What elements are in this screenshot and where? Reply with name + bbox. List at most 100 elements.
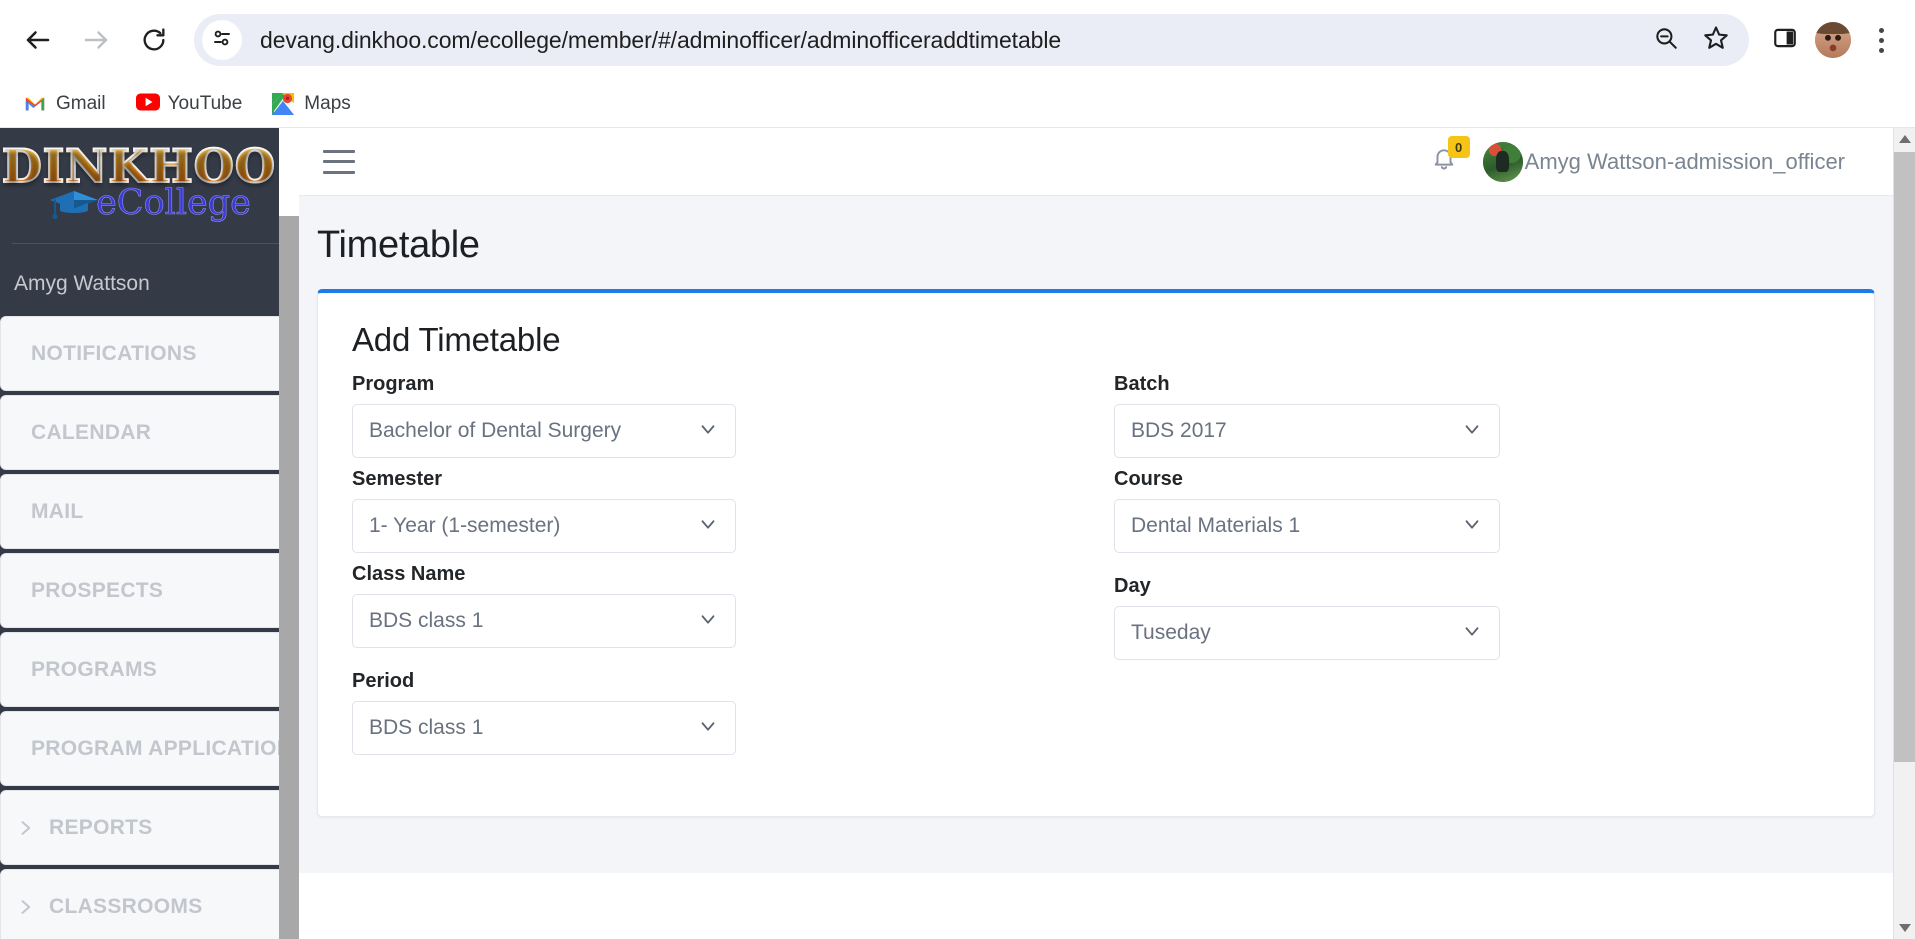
user-name-label: Amyg Wattson-admission_officer xyxy=(1524,148,1845,174)
chevron-down-icon xyxy=(1461,620,1483,647)
site-info-button[interactable] xyxy=(202,20,242,60)
select-value: Tuseday xyxy=(1131,621,1211,644)
page-viewport: DINKHOO! eCollege Amyg Wattson NOTIFICAT… xyxy=(0,128,1915,939)
star-icon xyxy=(1702,24,1730,57)
field-batch: Batch BDS 2017 xyxy=(1114,373,1840,458)
sidebar-item-program-applications[interactable]: PROGRAM APPLICATIONS xyxy=(0,711,299,790)
notifications-button[interactable]: 0 xyxy=(1431,136,1470,177)
toolbar-right-actions xyxy=(1761,16,1915,64)
scrollbar-up-arrow[interactable] xyxy=(1894,128,1915,150)
field-label: Course xyxy=(1114,468,1183,490)
field-label: Semester xyxy=(352,468,443,490)
sidebar-item-mail[interactable]: MAIL xyxy=(0,474,295,553)
field-course: Course Dental Materials 1 xyxy=(1114,468,1840,553)
sidebar-item-label: PROGRAMS xyxy=(31,657,158,681)
add-timetable-card: Add Timetable Program Bachelor of Dental… xyxy=(317,289,1875,817)
url-text[interactable]: devang.dinkhoo.com/ecollege/member/#/adm… xyxy=(260,27,1639,54)
side-panel-button[interactable] xyxy=(1761,16,1809,64)
batch-select[interactable]: BDS 2017 xyxy=(1114,404,1500,458)
field-label: Day xyxy=(1114,575,1151,597)
omnibox-actions xyxy=(1639,17,1749,63)
semester-select[interactable]: 1- Year (1-semester) xyxy=(352,499,736,553)
gmail-icon xyxy=(24,93,46,115)
sidebar-item-label: REPORTS xyxy=(49,815,153,839)
address-bar[interactable]: devang.dinkhoo.com/ecollege/member/#/adm… xyxy=(194,14,1749,66)
field-class-name: Class Name BDS class 1 xyxy=(352,563,1114,648)
side-panel-icon xyxy=(1772,25,1798,56)
bookmark-maps[interactable]: Maps xyxy=(262,86,360,122)
forward-button[interactable] xyxy=(70,14,122,66)
chevron-down-icon xyxy=(697,418,719,445)
hamburger-menu-icon[interactable] xyxy=(323,149,355,174)
chevron-down-icon xyxy=(697,715,719,742)
main-content: 0 Amyg Wattson-admission_officer Timetab… xyxy=(299,128,1893,939)
card-title: Add Timetable xyxy=(352,321,561,358)
select-value: BDS class 1 xyxy=(369,716,484,739)
reload-button[interactable] xyxy=(128,14,180,66)
sidebar-scrollbar-thumb[interactable] xyxy=(279,216,299,939)
bookmark-youtube[interactable]: YouTube xyxy=(126,86,253,122)
bookmark-maps-label: Maps xyxy=(304,92,351,114)
avatar xyxy=(1482,141,1523,182)
class-name-select[interactable]: BDS class 1 xyxy=(352,594,736,648)
course-select[interactable]: Dental Materials 1 xyxy=(1114,499,1500,553)
sidebar-item-notifications[interactable]: NOTIFICATIONS xyxy=(0,316,295,395)
period-select[interactable]: BDS class 1 xyxy=(352,701,736,755)
timetable-form: Program Bachelor of Dental Surgery Semes… xyxy=(352,373,1840,765)
bookmark-gmail-label: Gmail xyxy=(56,92,106,114)
chevron-down-icon xyxy=(1461,513,1483,540)
sidebar-item-label: CALENDAR xyxy=(31,420,152,444)
field-label: Program xyxy=(352,373,435,395)
field-period: Period BDS class 1 xyxy=(352,670,1114,755)
sidebar: DINKHOO! eCollege Amyg Wattson NOTIFICAT… xyxy=(0,128,299,939)
scrollbar-down-arrow[interactable] xyxy=(1894,917,1915,939)
bookmark-youtube-label: YouTube xyxy=(167,92,243,114)
select-value: BDS 2017 xyxy=(1131,419,1227,442)
form-column-left: Program Bachelor of Dental Surgery Semes… xyxy=(352,373,1114,765)
sidebar-scrollbar[interactable] xyxy=(279,128,299,939)
chrome-menu-button[interactable] xyxy=(1857,16,1905,64)
page-scrollbar-thumb[interactable] xyxy=(1894,152,1915,762)
chevron-down-icon xyxy=(1461,418,1483,445)
sidebar-item-prospects[interactable]: PROSPECTS xyxy=(0,553,295,632)
zoom-out-button[interactable] xyxy=(1643,17,1689,63)
maps-icon xyxy=(272,92,295,115)
content-bottom-gap xyxy=(299,828,1893,873)
field-label: Class Name xyxy=(352,563,466,585)
field-label: Batch xyxy=(1114,373,1170,395)
chevron-right-icon xyxy=(15,818,35,838)
graduation-cap-icon xyxy=(48,187,100,221)
profile-button[interactable] xyxy=(1809,16,1857,64)
notification-badge: 0 xyxy=(1447,136,1470,158)
select-value: BDS class 1 xyxy=(369,609,484,632)
user-menu[interactable]: Amyg Wattson-admission_officer xyxy=(1482,141,1845,182)
bookmark-button[interactable] xyxy=(1693,17,1739,63)
sidebar-menu: NOTIFICATIONS CALENDAR MAIL PROSPECTS PR… xyxy=(0,316,299,939)
chevron-down-icon xyxy=(697,608,719,635)
app-header: 0 Amyg Wattson-admission_officer xyxy=(299,128,1893,196)
back-arrow-icon xyxy=(23,25,53,55)
field-label: Period xyxy=(352,670,415,692)
back-button[interactable] xyxy=(12,14,64,66)
program-select[interactable]: Bachelor of Dental Surgery xyxy=(352,404,736,458)
page-footer xyxy=(299,873,1893,939)
sidebar-item-label: CLASSROOMS xyxy=(49,894,203,918)
profile-avatar xyxy=(1815,22,1851,58)
page-scrollbar[interactable] xyxy=(1893,128,1915,939)
sidebar-item-label: PROGRAM APPLICATIONS xyxy=(31,736,299,760)
select-value: Bachelor of Dental Surgery xyxy=(369,419,622,442)
app-logo[interactable]: DINKHOO! eCollege xyxy=(0,128,299,225)
sidebar-item-classrooms[interactable]: CLASSROOMS xyxy=(0,869,288,939)
browser-chrome: devang.dinkhoo.com/ecollege/member/#/adm… xyxy=(0,0,1915,128)
bookmark-gmail[interactable]: Gmail xyxy=(14,86,116,122)
youtube-icon xyxy=(135,93,160,115)
sidebar-item-label: PROSPECTS xyxy=(31,578,164,602)
sidebar-item-reports[interactable]: REPORTS xyxy=(0,790,295,869)
field-program: Program Bachelor of Dental Surgery xyxy=(352,373,1114,458)
sidebar-item-calendar[interactable]: CALENDAR xyxy=(0,395,295,474)
reload-icon xyxy=(140,26,168,54)
select-value: Dental Materials 1 xyxy=(1131,514,1301,537)
day-select[interactable]: Tuseday xyxy=(1114,606,1500,660)
sidebar-item-label: NOTIFICATIONS xyxy=(31,341,197,365)
sidebar-item-programs[interactable]: PROGRAMS xyxy=(0,632,295,711)
